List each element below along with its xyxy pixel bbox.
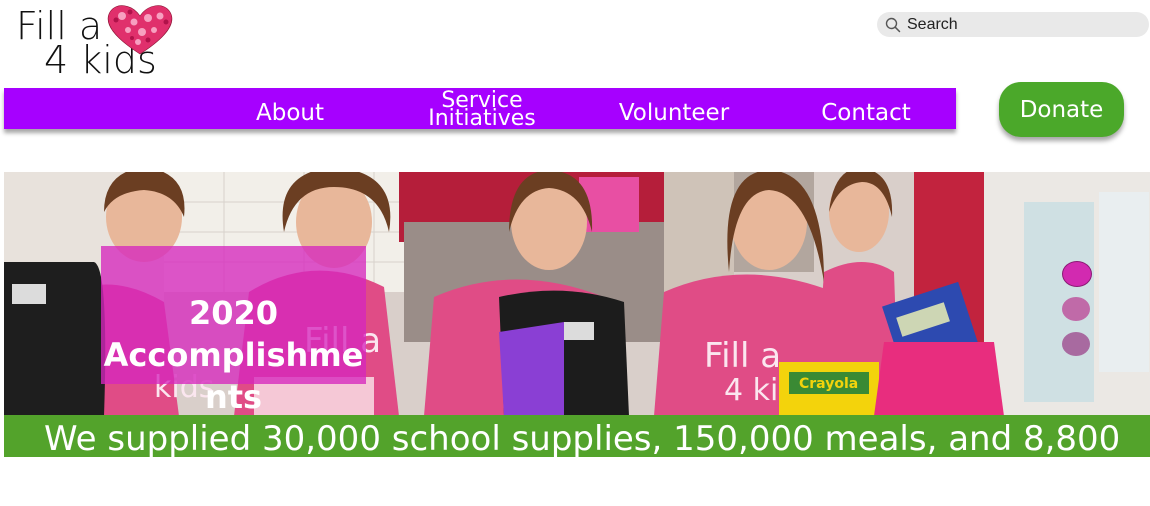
hearts-cluster-icon [107,5,173,55]
svg-text:Crayola: Crayola [799,376,858,392]
search-input[interactable] [907,15,1127,34]
banner-text: We supplied 30,000 school supplies, 150,… [44,419,1121,457]
carousel-dot-2[interactable] [1062,297,1090,321]
caption-line-3: nts [204,378,263,416]
carousel-dot-3[interactable] [1062,332,1090,356]
nav-volunteer[interactable]: Volunteer [588,88,760,129]
donate-button[interactable]: Donate [999,82,1124,137]
main-nav: About Service Initiatives Volunteer Cont… [4,88,956,131]
nav-service-label-line2: Initiatives [428,106,536,131]
nav-contact[interactable]: Contact [780,88,952,129]
search-bar[interactable] [877,12,1149,37]
carousel-dot-1[interactable] [1062,261,1092,287]
hero-slideshow: Fill a Fill a 4 kids kids Crayola 2020 A… [4,172,1150,416]
site-logo[interactable]: Fill a 4 kids [14,0,174,84]
caption-line-2: Accomplishme [103,336,364,374]
nav-service-initiatives[interactable]: Service Initiatives [396,88,568,131]
nav-about[interactable]: About [204,88,376,129]
svg-text:Fill a: Fill a [704,336,781,376]
search-icon [885,17,901,32]
caption-line-1: 2020 [188,294,279,332]
slide-caption-title: 2020 Accomplishme nts [101,292,366,416]
accomplishments-banner: We supplied 30,000 school supplies, 150,… [4,415,1150,457]
